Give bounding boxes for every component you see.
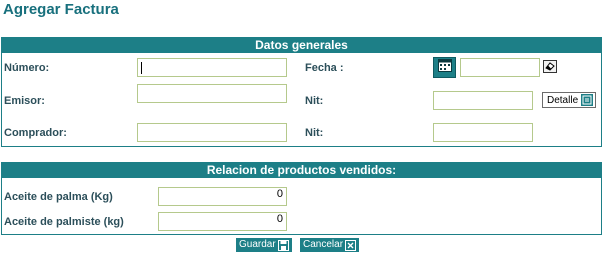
comprador-input[interactable] (137, 123, 287, 142)
page-title: Agregar Factura (3, 1, 119, 18)
nit-comprador-input[interactable] (433, 123, 533, 142)
product-value-palmiste: 0 (276, 213, 283, 225)
detail-icon (581, 94, 594, 106)
cancel-label: Cancelar (303, 239, 344, 250)
save-button[interactable]: Guardar (236, 238, 292, 252)
product-input-palma[interactable]: 0 (158, 187, 287, 206)
numero-input[interactable] (137, 58, 287, 77)
calendar-button[interactable] (433, 57, 456, 78)
calendar-icon (437, 58, 452, 77)
products-header: Relacion de productos vendidos: (2, 163, 601, 178)
product-input-palmiste[interactable]: 0 (158, 212, 287, 231)
nit-comprador-label: Nit: (305, 127, 324, 139)
text-cursor (141, 62, 142, 74)
save-label: Guardar (239, 239, 276, 250)
nit-emisor-label: Nit: (305, 95, 324, 107)
emisor-label: Emisor: (4, 95, 45, 107)
cancel-button[interactable]: Cancelar (300, 238, 360, 252)
general-data-header: Datos generales (2, 38, 601, 53)
nit-emisor-input[interactable] (433, 91, 533, 110)
product-value-palma: 0 (276, 188, 283, 200)
numero-label: Número: (4, 62, 50, 74)
comprador-label: Comprador: (4, 127, 67, 139)
floppy-icon (277, 239, 289, 251)
clear-date-button[interactable] (543, 60, 557, 73)
product-label-palmiste: Aceite de palmiste (kg) (4, 216, 124, 228)
fecha-label: Fecha : (305, 62, 344, 74)
detalle-button[interactable]: Detalle (542, 92, 597, 108)
close-icon (345, 239, 357, 251)
detalle-label: Detalle (547, 94, 579, 106)
product-label-palma: Aceite de palma (Kg) (4, 191, 113, 203)
eraser-icon (545, 58, 555, 76)
emisor-input[interactable] (137, 84, 287, 103)
fecha-input[interactable] (460, 58, 540, 77)
